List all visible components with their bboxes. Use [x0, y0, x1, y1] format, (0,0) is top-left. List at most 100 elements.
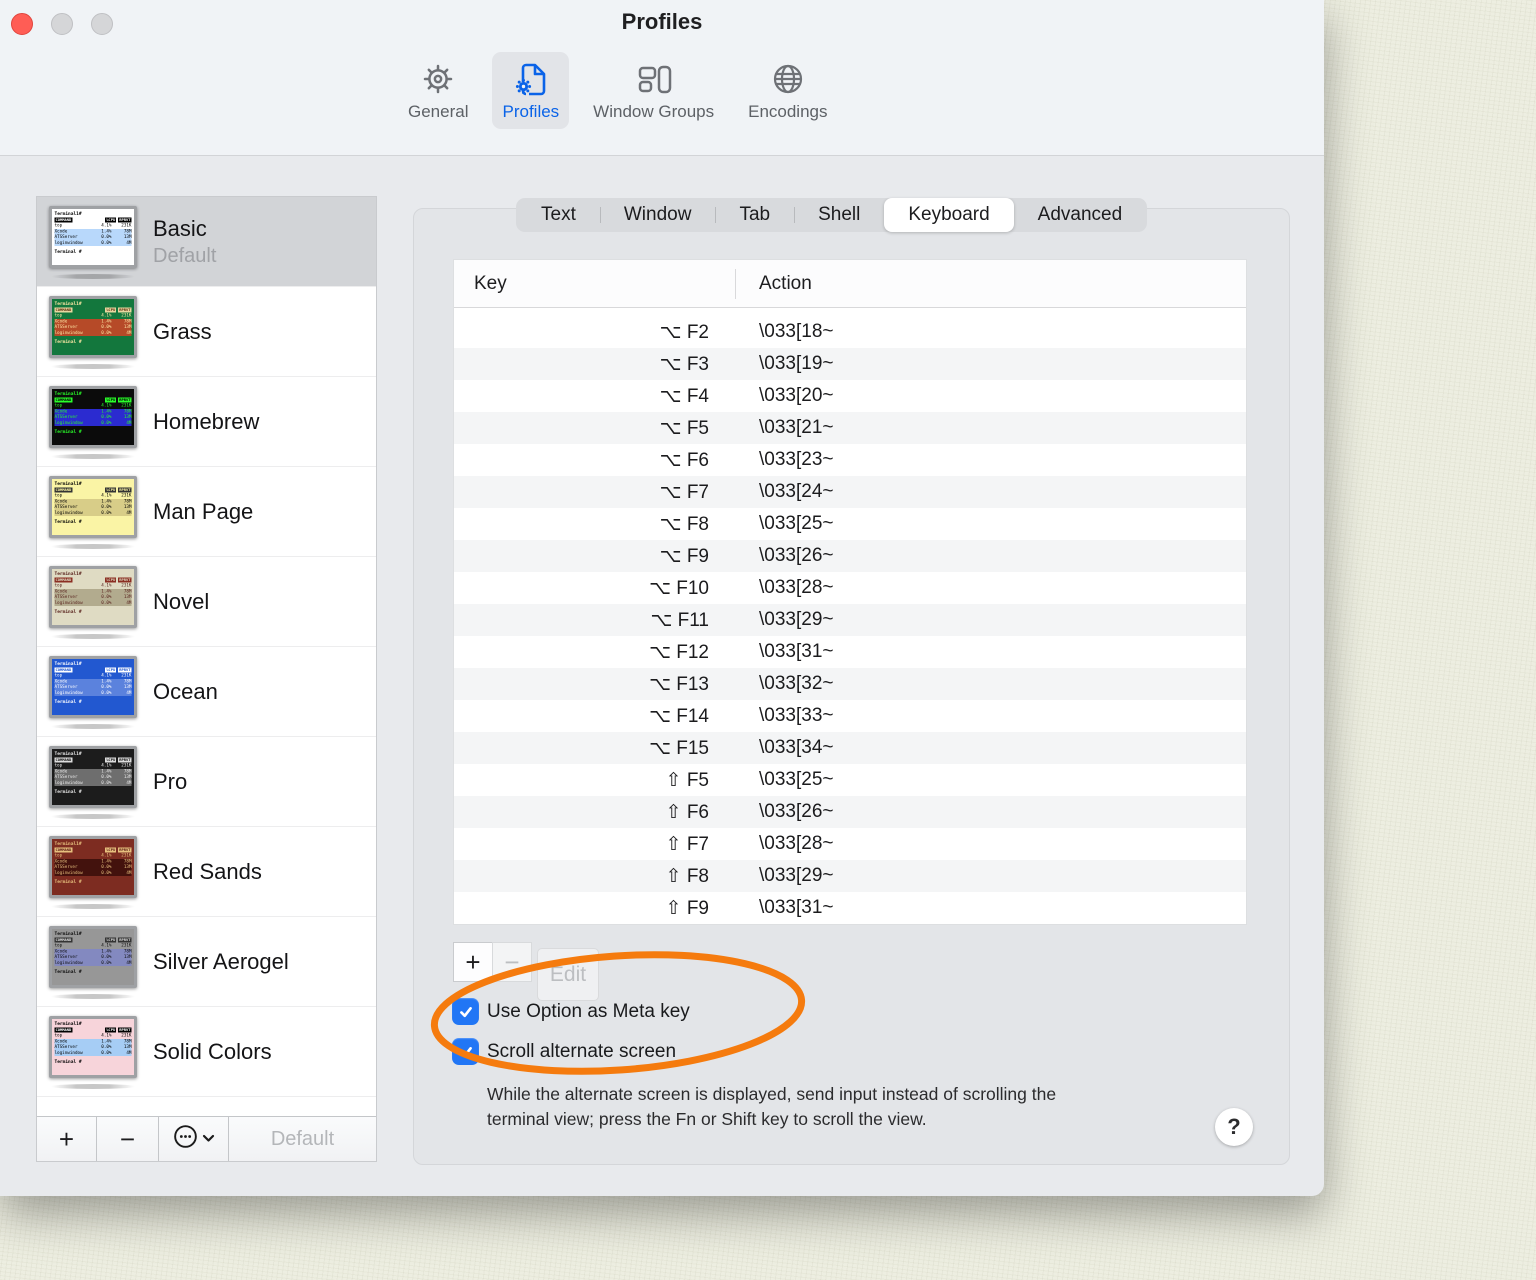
key-cell: ⌥ F7	[659, 481, 709, 503]
remove-key-mapping-button[interactable]: −	[492, 942, 532, 982]
key-cell: ⇧ F8	[665, 865, 709, 887]
table-row[interactable]: ⌥ F6 \033[23~	[454, 444, 1246, 476]
add-key-mapping-button[interactable]: +	[453, 942, 493, 982]
table-row[interactable]: ⌥ F14 \033[33~	[454, 700, 1246, 732]
mini-terminal-chip: %CPU	[105, 577, 117, 583]
mini-terminal-prompt: Terminal #	[54, 789, 82, 795]
edit-key-mapping-button[interactable]: Edit	[537, 948, 599, 1001]
mini-terminal-chip: %CPU	[105, 937, 117, 943]
toolbar-item-label: Profiles	[502, 102, 560, 121]
profile-row-man-page[interactable]: Terminal1# COMMAND %CPU RPRVT top 4.1% 231K Xco…	[37, 467, 376, 557]
mini-terminal: Terminal1# COMMAND %CPU RPRVT top 4.1% 231K Xco…	[52, 479, 134, 535]
mini-terminal-header: COMMAND %CPU RPRVT	[54, 307, 132, 313]
mini-terminal-title: Terminal1#	[54, 481, 82, 487]
more-actions-button[interactable]	[159, 1117, 229, 1161]
column-divider[interactable]	[735, 269, 736, 299]
profile-doc-icon	[511, 60, 551, 98]
thumbnail-shadow	[51, 544, 135, 549]
table-row[interactable]: ⇧ F5 \033[25~	[454, 764, 1246, 796]
globe-icon	[768, 60, 808, 98]
toolbar-item-label: Encodings	[748, 102, 828, 121]
table-row[interactable]: ⌥ F5 \033[21~	[454, 412, 1246, 444]
toolbar-item-encodings[interactable]: Encodings	[738, 52, 837, 129]
action-cell: \033[18~	[759, 321, 834, 342]
table-row[interactable]: ⇧ F6 \033[26~	[454, 796, 1246, 828]
remove-profile-button[interactable]: −	[97, 1117, 159, 1161]
tab-shell[interactable]: Shell	[794, 198, 884, 232]
table-row[interactable]: ⇧ F7 \033[28~	[454, 828, 1246, 860]
profile-row-silver-aerogel[interactable]: Terminal1# COMMAND %CPU RPRVT top 4.1% 231K Xco…	[37, 917, 376, 1007]
profile-row-novel[interactable]: Terminal1# COMMAND %CPU RPRVT top 4.1% 231K Xco…	[37, 557, 376, 647]
mini-terminal-prompt: Terminal #	[54, 429, 82, 435]
mini-terminal-chip: RPRVT	[118, 487, 132, 493]
table-row[interactable]: ⌥ F3 \033[19~	[454, 348, 1246, 380]
mini-terminal-chip: RPRVT	[118, 847, 132, 853]
tab-keyboard[interactable]: Keyboard	[884, 198, 1014, 232]
mini-terminal-title: Terminal1#	[54, 1021, 82, 1027]
mini-terminal-chip: COMMAND	[54, 487, 73, 493]
tab-tab[interactable]: Tab	[715, 198, 794, 232]
table-row[interactable]: ⌥ F8 \033[25~	[454, 508, 1246, 540]
profile-name: Red Sands	[153, 858, 262, 884]
profile-row-red-sands[interactable]: Terminal1# COMMAND %CPU RPRVT top 4.1% 231K Xco…	[37, 827, 376, 917]
profile-label: Novel	[153, 557, 209, 646]
table-row[interactable]: ⌥ F12 \033[31~	[454, 636, 1246, 668]
mini-terminal-title: Terminal1#	[54, 661, 82, 667]
column-header-action: Action	[759, 272, 812, 294]
tab-window[interactable]: Window	[599, 198, 716, 232]
key-cell: ⌥ F13	[649, 673, 709, 695]
mini-terminal: Terminal1# COMMAND %CPU RPRVT top 4.1% 231K Xco…	[52, 659, 134, 715]
toolbar-item-general[interactable]: General	[398, 52, 478, 129]
profile-row-grass[interactable]: Terminal1# COMMAND %CPU RPRVT top 4.1% 231K Xco…	[37, 287, 376, 377]
toolbar-item-window-groups[interactable]: Window Groups	[583, 52, 724, 129]
table-row[interactable]: ⌥ F9 \033[26~	[454, 540, 1246, 572]
table-row[interactable]: ⇧ F8 \033[29~	[454, 860, 1246, 892]
profile-row-pro[interactable]: Terminal1# COMMAND %CPU RPRVT top 4.1% 231K Xco…	[37, 737, 376, 827]
profile-row-basic[interactable]: Terminal1# COMMAND %CPU RPRVT top 4.1% 231K Xco…	[37, 197, 376, 287]
add-profile-button[interactable]: +	[37, 1117, 97, 1161]
checkbox-label: Use Option as Meta key	[487, 1000, 690, 1022]
toolbar-item-profiles[interactable]: Profiles	[492, 52, 570, 129]
key-cell: ⌥ F3	[659, 353, 709, 375]
profile-thumbnail: Terminal1# COMMAND %CPU RPRVT top 4.1% 231K Xco…	[49, 566, 137, 628]
mini-terminal-chip: RPRVT	[118, 577, 132, 583]
table-row[interactable]: ⌥ F4 \033[20~	[454, 380, 1246, 412]
mini-terminal-prompt: Terminal #	[54, 699, 82, 705]
action-cell: \033[24~	[759, 481, 834, 502]
profile-row-solid-colors[interactable]: Terminal1# COMMAND %CPU RPRVT top 4.1% 231K Xco…	[37, 1007, 376, 1097]
key-cell: ⇧ F9	[665, 897, 709, 919]
table-row[interactable]: ⌥ F13 \033[32~	[454, 668, 1246, 700]
action-cell: \033[29~	[759, 865, 834, 886]
table-partial-row	[454, 308, 1246, 316]
mini-terminal-header: COMMAND %CPU RPRVT	[54, 937, 132, 943]
mini-terminal-row: loginwindow 0.0% 4M	[54, 1050, 132, 1056]
checkbox-row-use-option-as-meta-key[interactable]: Use Option as Meta key	[452, 998, 690, 1025]
profiles-sidebar: Terminal1# COMMAND %CPU RPRVT top 4.1% 231K Xco…	[36, 196, 377, 1162]
window-title: Profiles	[621, 9, 703, 34]
table-row[interactable]: ⌥ F11 \033[29~	[454, 604, 1246, 636]
profile-row-ocean[interactable]: Terminal1# COMMAND %CPU RPRVT top 4.1% 231K Xco…	[37, 647, 376, 737]
profile-name: Homebrew	[153, 408, 260, 434]
titlebar-toolbar: Profiles General Profiles Window Groups Enc…	[0, 0, 1324, 156]
profile-thumbnail: Terminal1# COMMAND %CPU RPRVT top 4.1% 231K Xco…	[49, 1016, 137, 1078]
tab-text[interactable]: Text	[517, 198, 600, 232]
mini-terminal-chip: %CPU	[105, 397, 117, 403]
tab-advanced[interactable]: Advanced	[1014, 198, 1147, 232]
table-row[interactable]: ⌥ F10 \033[28~	[454, 572, 1246, 604]
checkbox[interactable]	[452, 998, 479, 1025]
table-row[interactable]: ⌥ F7 \033[24~	[454, 476, 1246, 508]
mini-terminal-chip: COMMAND	[54, 1027, 73, 1033]
help-button[interactable]: ?	[1215, 1108, 1253, 1146]
toolbar: General Profiles Window Groups Encodings	[398, 52, 838, 129]
table-row[interactable]: ⇧ F9 \033[31~	[454, 892, 1246, 924]
default-button[interactable]: Default	[229, 1117, 376, 1161]
checkbox-row-scroll-alternate-screen[interactable]: Scroll alternate screen	[452, 1038, 676, 1065]
mini-terminal-header: COMMAND %CPU RPRVT	[54, 667, 132, 673]
table-row[interactable]: ⌥ F15 \033[34~	[454, 732, 1246, 764]
action-cell: \033[29~	[759, 609, 834, 630]
mini-terminal-header: COMMAND %CPU RPRVT	[54, 397, 132, 403]
table-row[interactable]: ⌥ F2 \033[18~	[454, 316, 1246, 348]
profile-row-homebrew[interactable]: Terminal1# COMMAND %CPU RPRVT top 4.1% 231K Xco…	[37, 377, 376, 467]
checkbox[interactable]	[452, 1038, 479, 1065]
key-cell: ⌥ F10	[649, 577, 709, 599]
